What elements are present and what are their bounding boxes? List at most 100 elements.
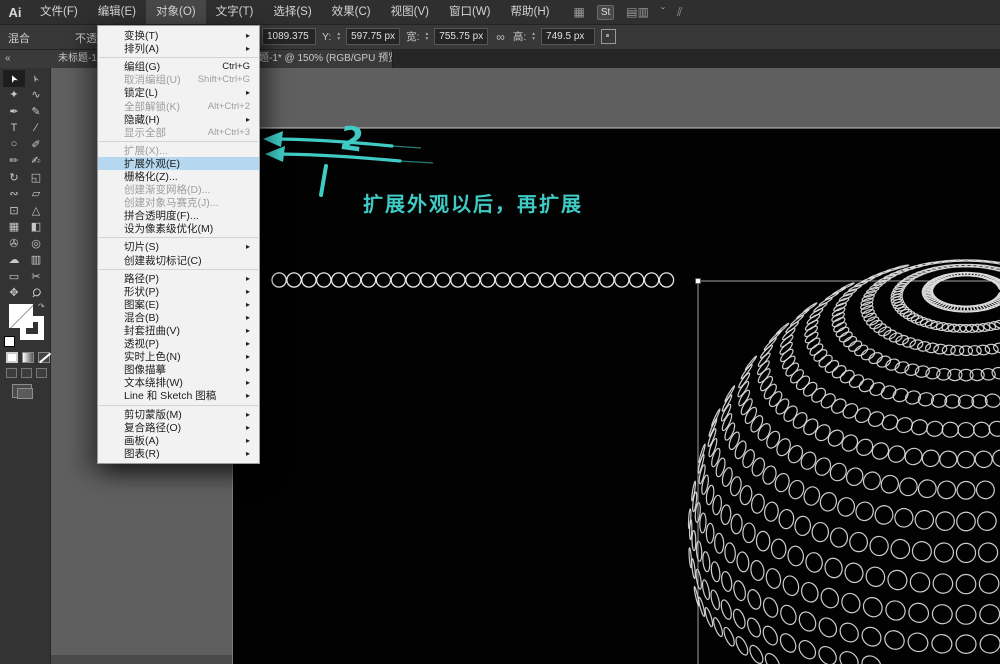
menu-item-Line 和 Sketch 图稿[interactable]: Line 和 Sketch 图稿 ▸ bbox=[98, 389, 259, 402]
share-icon[interactable]: ⫽ bbox=[677, 5, 682, 20]
magic-wand-tool[interactable]: ✦ bbox=[3, 87, 25, 104]
menu-item-扩展(X)...[interactable]: 扩展(X)... bbox=[98, 144, 259, 157]
menubar-item-7[interactable]: 视图(V) bbox=[381, 0, 439, 24]
line-segment-tool[interactable]: ∕ bbox=[25, 120, 47, 137]
menubar-item-8[interactable]: 窗口(W) bbox=[439, 0, 501, 24]
graph-tool[interactable]: ▥ bbox=[25, 252, 47, 269]
x-value-field[interactable]: 1089.375 bbox=[262, 28, 316, 45]
menu-item-显示全部[interactable]: 显示全部 Alt+Ctrl+3 bbox=[98, 126, 259, 139]
collapse-panel-button[interactable]: « bbox=[0, 49, 50, 68]
width-tool[interactable]: ∾ bbox=[3, 186, 25, 203]
blend-tool[interactable]: ◎ bbox=[25, 235, 47, 252]
direct-selection-tool[interactable]: ➣ bbox=[25, 70, 47, 87]
menu-item-变换(T)[interactable]: 变换(T) ▸ bbox=[98, 29, 259, 42]
menu-item-实时上色(N)[interactable]: 实时上色(N) ▸ bbox=[98, 350, 259, 363]
menu-item-设为像素级优化(M)[interactable]: 设为像素级优化(M) bbox=[98, 222, 259, 235]
pen-tool[interactable]: ✒ bbox=[3, 103, 25, 120]
menu-item-剪切蒙版(M)[interactable]: 剪切蒙版(M) ▸ bbox=[98, 408, 259, 421]
workspace-caret-icon[interactable]: ˇ bbox=[661, 5, 665, 19]
menu-item-图像描摹[interactable]: 图像描摹 ▸ bbox=[98, 363, 259, 376]
perspective-grid-tool[interactable]: △ bbox=[25, 202, 47, 219]
none-button[interactable] bbox=[38, 352, 50, 363]
color-button[interactable] bbox=[6, 352, 18, 363]
gradient-tool[interactable]: ◧ bbox=[25, 219, 47, 236]
y-stepper[interactable]: ▴ ▾ bbox=[337, 31, 340, 42]
width-stepper[interactable]: ▴ ▾ bbox=[426, 31, 429, 42]
slice-tool[interactable]: ✂ bbox=[25, 268, 47, 285]
menu-item-编组(G)[interactable]: 编组(G) Ctrl+G bbox=[98, 60, 259, 73]
hand-tool[interactable]: ✥ bbox=[3, 285, 25, 302]
draw-normal-icon[interactable] bbox=[6, 368, 17, 378]
draw-inside-icon[interactable] bbox=[36, 368, 47, 378]
y-label: Y: bbox=[322, 30, 332, 43]
menu-item-锁定(L)[interactable]: 锁定(L) ▸ bbox=[98, 86, 259, 99]
stock-badge[interactable]: St bbox=[596, 4, 615, 20]
menu-item-创建渐变网格(D)...[interactable]: 创建渐变网格(D)... bbox=[98, 183, 259, 196]
menu-item-隐藏(H)[interactable]: 隐藏(H) ▸ bbox=[98, 113, 259, 126]
screen-mode-button[interactable] bbox=[12, 384, 33, 399]
menu-item-透视(P)[interactable]: 透视(P) ▸ bbox=[98, 337, 259, 350]
menu-item-创建对象马赛克(J)...[interactable]: 创建对象马赛克(J)... bbox=[98, 196, 259, 209]
menu-item-切片(S)[interactable]: 切片(S) ▸ bbox=[98, 240, 259, 253]
menubar-item-5[interactable]: 选择(S) bbox=[263, 0, 321, 24]
menu-item-形状(P)[interactable]: 形状(P) ▸ bbox=[98, 285, 259, 298]
menubar-item-2[interactable]: 编辑(E) bbox=[88, 0, 146, 24]
menubar-item-6[interactable]: 效果(C) bbox=[322, 0, 381, 24]
mesh-tool[interactable]: ▦ bbox=[3, 219, 25, 236]
scale-tool[interactable]: ◱ bbox=[25, 169, 47, 186]
menu-item-混合(B)[interactable]: 混合(B) ▸ bbox=[98, 311, 259, 324]
shape-builder-tool[interactable]: ⊡ bbox=[3, 202, 25, 219]
menu-item-拼合透明度(F)...[interactable]: 拼合透明度(F)... bbox=[98, 209, 259, 222]
symbol-sprayer-tool[interactable]: ☁ bbox=[3, 252, 25, 269]
constrain-proportions-icon[interactable]: ∞ bbox=[496, 30, 505, 44]
gradient-button[interactable] bbox=[22, 352, 34, 363]
menu-item-图表(R)[interactable]: 图表(R) ▸ bbox=[98, 447, 259, 460]
menu-item-创建裁切标记(C)[interactable]: 创建裁切标记(C) bbox=[98, 254, 259, 267]
default-fill-stroke-icon[interactable] bbox=[4, 336, 15, 347]
height-value-field[interactable]: 749.5 px bbox=[541, 28, 596, 45]
menu-item-全部解锁(K)[interactable]: 全部解锁(K) Alt+Ctrl+2 bbox=[98, 99, 259, 113]
eyedropper-tool[interactable]: ✇ bbox=[3, 235, 25, 252]
direct-selection-tool-icon: ➣ bbox=[29, 72, 43, 85]
curvature-tool[interactable]: ✎ bbox=[25, 103, 47, 120]
shaper-tool[interactable]: ✍ bbox=[25, 153, 47, 170]
menu-item-取消编组(U)[interactable]: 取消编组(U) Shift+Ctrl+G bbox=[98, 73, 259, 86]
ellipse-tool[interactable]: ○ bbox=[3, 136, 25, 153]
pencil-tool[interactable]: ✏ bbox=[3, 153, 25, 170]
menubar-item-9[interactable]: 帮助(H) bbox=[501, 0, 560, 24]
menu-item-画板(A)[interactable]: 画板(A) ▸ bbox=[98, 434, 259, 447]
menu-item-扩展外观(E)[interactable]: 扩展外观(E) bbox=[98, 156, 259, 170]
app-grid-icon[interactable]: ▦ bbox=[573, 5, 584, 19]
rotate-tool[interactable]: ↻ bbox=[3, 169, 25, 186]
selection-corner-handle[interactable] bbox=[695, 278, 701, 284]
menu-item-图案(E)[interactable]: 图案(E) ▸ bbox=[98, 298, 259, 311]
menu-item-栅格化(Z)...[interactable]: 栅格化(Z)... bbox=[98, 170, 259, 183]
free-transform-tool[interactable]: ▱ bbox=[25, 186, 47, 203]
zoom-tool[interactable]: Ϙ bbox=[25, 285, 47, 302]
menubar-item-4[interactable]: 文字(T) bbox=[206, 0, 264, 24]
draw-behind-icon[interactable] bbox=[21, 368, 32, 378]
y-value-field[interactable]: 597.75 px bbox=[346, 28, 401, 45]
menubar-item-1[interactable]: 文件(F) bbox=[30, 0, 88, 24]
paintbrush-tool[interactable]: ✐ bbox=[25, 136, 47, 153]
fill-swatch[interactable] bbox=[9, 304, 33, 328]
menu-item-路径(P)[interactable]: 路径(P) ▸ bbox=[98, 272, 259, 285]
magic-wand-tool-icon: ✦ bbox=[9, 89, 19, 102]
width-value-field[interactable]: 755.75 px bbox=[434, 28, 489, 45]
selection-tool[interactable]: ➤ bbox=[3, 70, 25, 87]
menu-item-文本绕排(W)[interactable]: 文本绕排(W) ▸ bbox=[98, 376, 259, 389]
menu-item-排列(A)[interactable]: 排列(A) ▸ bbox=[98, 42, 259, 55]
artboard-tool[interactable]: ▭ bbox=[3, 268, 25, 285]
menu-item-封套扭曲(V)[interactable]: 封套扭曲(V) ▸ bbox=[98, 324, 259, 337]
height-stepper[interactable]: ▴ ▾ bbox=[532, 31, 535, 42]
lasso-tool[interactable]: ∿ bbox=[25, 87, 47, 104]
submenu-arrow-icon: ▸ bbox=[245, 31, 250, 41]
submenu-arrow-icon: ▸ bbox=[245, 409, 250, 419]
swap-fill-stroke-icon[interactable]: ↷ bbox=[38, 302, 45, 311]
submenu-arrow-icon: ▸ bbox=[245, 114, 250, 124]
transform-panel-icon[interactable] bbox=[601, 29, 617, 44]
menubar-item-3[interactable]: 对象(O) bbox=[146, 0, 206, 24]
workspace-icon[interactable]: ▤▥ bbox=[626, 5, 649, 19]
menu-item-复合路径(O)[interactable]: 复合路径(O) ▸ bbox=[98, 421, 259, 434]
type-tool[interactable]: T bbox=[3, 120, 25, 137]
